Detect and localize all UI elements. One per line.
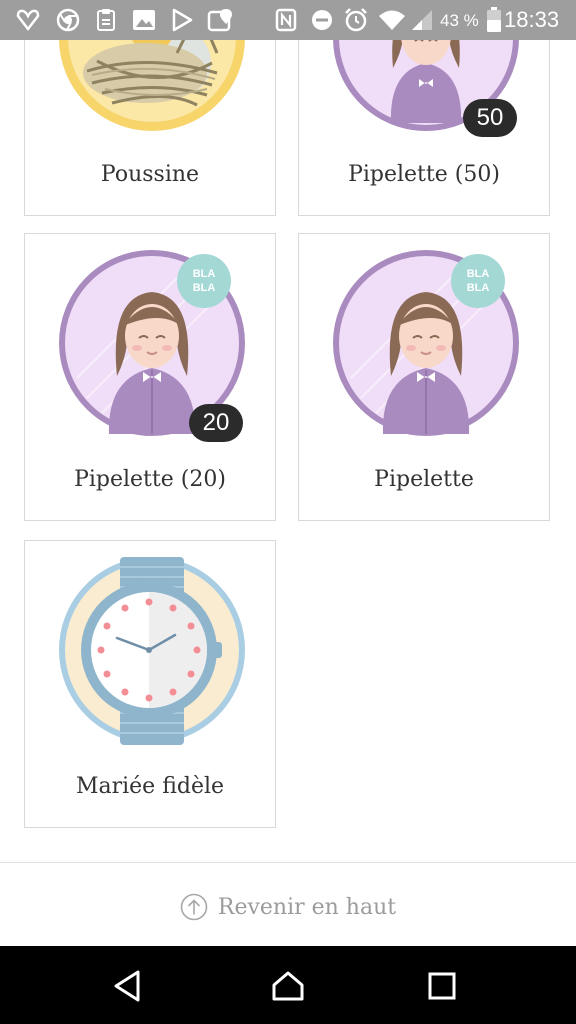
status-bar: 43 % 18:33 xyxy=(0,0,576,40)
signal-icon xyxy=(408,6,436,34)
badge-label: Mariée fidèle xyxy=(75,774,225,799)
gallery-icon xyxy=(130,6,158,34)
back-button[interactable] xyxy=(106,965,148,1007)
back-to-top-label: Revenir en haut xyxy=(217,894,397,920)
badge-label: Pipelette (20) xyxy=(74,467,226,492)
badge-card-pipelette[interactable]: BLA BLA Pipelette xyxy=(298,233,550,521)
back-triangle-icon xyxy=(114,970,140,1002)
arrow-up-circle-icon xyxy=(180,893,208,921)
alarm-icon xyxy=(342,6,370,34)
bla-bla-bubble: BLA BLA xyxy=(177,254,231,308)
badge-card-pipelette-20[interactable]: BLA BLA 20 Pipelette (20) xyxy=(24,233,276,521)
badge-label: Pipelette xyxy=(374,467,474,492)
badge-label: Poussine xyxy=(100,162,200,187)
bla-bla-bubble: BLA BLA xyxy=(451,254,505,308)
bubble-text: BLA BLA xyxy=(466,268,490,294)
nfc-icon xyxy=(272,6,300,34)
dnd-icon xyxy=(308,6,336,34)
home-button[interactable] xyxy=(267,965,309,1007)
count-badge-value: 50 xyxy=(476,104,504,131)
count-badge: 50 xyxy=(463,99,517,137)
maps-icon xyxy=(206,6,234,34)
clipboard-icon xyxy=(92,6,120,34)
badge-card-mariee-fidele[interactable]: Mariée fidèle xyxy=(24,540,276,828)
home-icon xyxy=(272,971,304,1001)
navigation-bar xyxy=(0,946,576,1024)
recent-apps-button[interactable] xyxy=(421,965,463,1007)
watch-illustration xyxy=(59,557,245,745)
battery-percentage: 43 % xyxy=(440,11,479,30)
clock: 18:33 xyxy=(504,7,560,32)
back-to-top-link[interactable]: Revenir en haut xyxy=(0,880,576,934)
badges-page: Poussine 50 Pipelette (50) BLA BLA 20 Pi… xyxy=(0,0,576,946)
wifi-icon xyxy=(378,6,406,34)
bubble-text: BLA BLA xyxy=(192,268,216,294)
square-icon xyxy=(428,972,456,1000)
badge-label: Pipelette (50) xyxy=(348,162,500,187)
chrome-icon xyxy=(54,6,82,34)
play-store-icon xyxy=(168,6,196,34)
vivino-icon xyxy=(14,6,42,34)
count-badge: 20 xyxy=(189,404,243,442)
count-badge-value: 20 xyxy=(202,409,230,436)
footer-divider xyxy=(0,862,576,863)
